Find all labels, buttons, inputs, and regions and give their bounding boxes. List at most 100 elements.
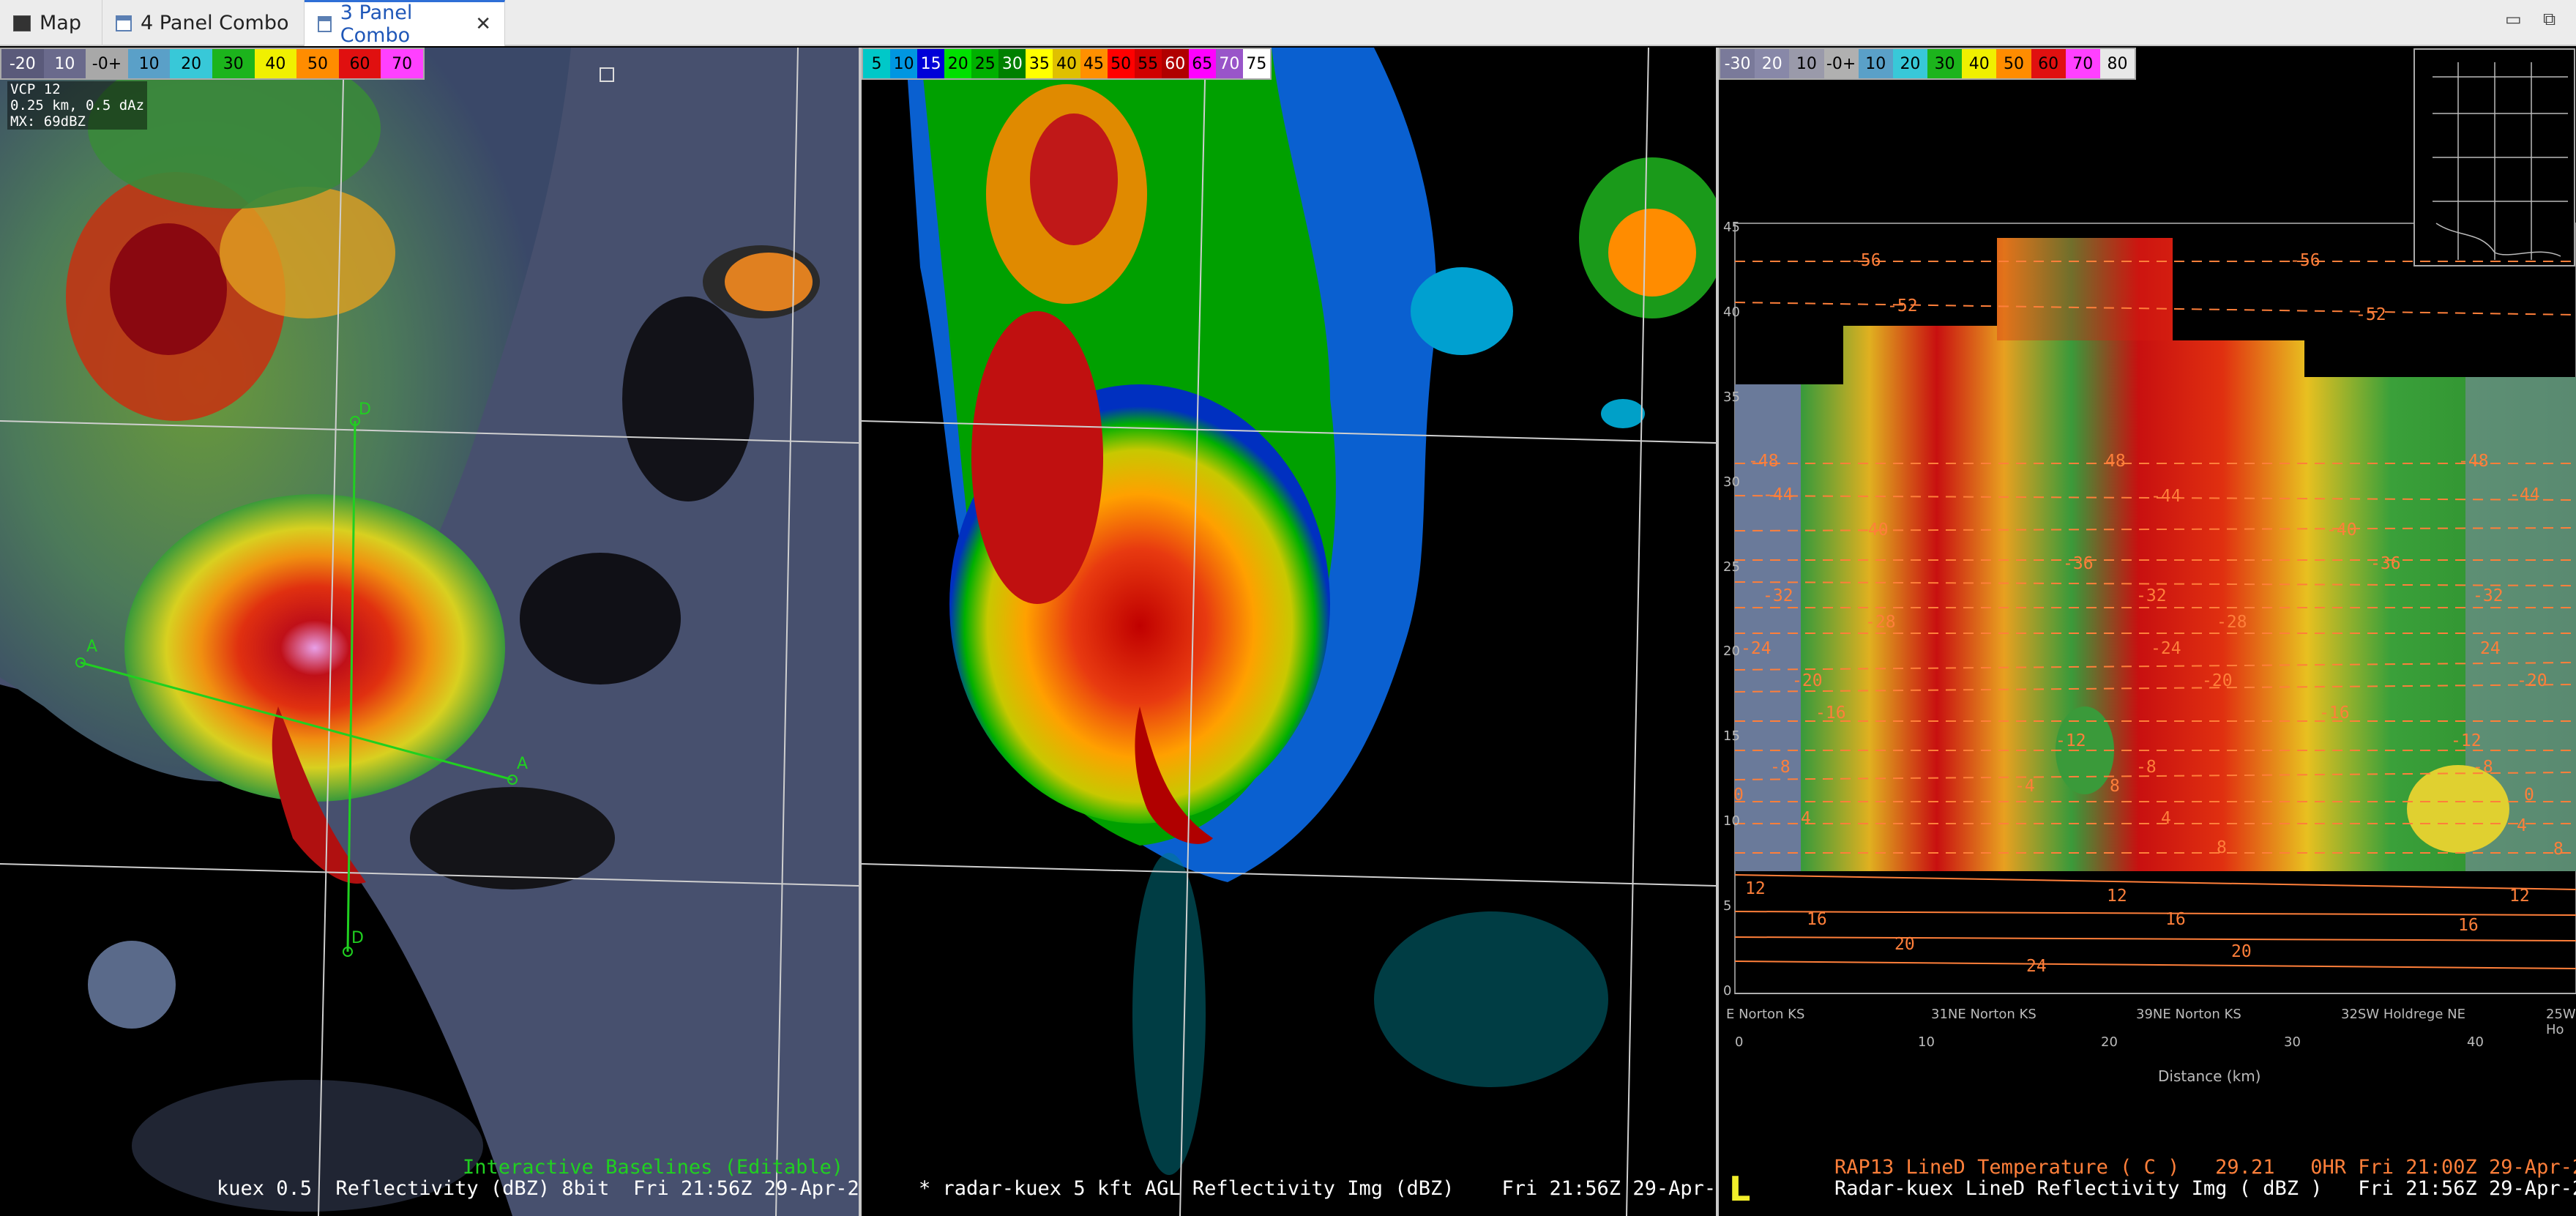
colorbar-swatch: 20 bbox=[944, 49, 972, 78]
x-tick-label: 10 bbox=[1918, 1034, 1935, 1050]
location-label: 25WSW Ho bbox=[2546, 1007, 2576, 1037]
temperature-label: -8 bbox=[1770, 758, 1791, 777]
colorbar-swatch: 5 bbox=[863, 49, 891, 78]
temperature-label: -36 bbox=[2370, 554, 2401, 573]
close-icon[interactable]: ✕ bbox=[475, 13, 491, 35]
resolution-label: 0.25 km, 0.5 dAz bbox=[10, 97, 145, 113]
colorbar-swatch: 70 bbox=[1215, 49, 1243, 78]
temperature-label: 16 bbox=[1807, 910, 1827, 929]
temperature-label: 4 bbox=[1801, 809, 1811, 828]
colorbar-swatch: 80 bbox=[2099, 49, 2135, 78]
colorbar-swatch: 55 bbox=[1134, 49, 1162, 78]
radar-image bbox=[0, 48, 859, 1216]
temperature-label: -8 bbox=[2136, 758, 2157, 777]
colorbar-swatch: 65 bbox=[1188, 49, 1216, 78]
colorbar-swatch: 40 bbox=[1053, 49, 1080, 78]
radar-info-box: VCP 12 0.25 km, 0.5 dAz MX: 69dBZ bbox=[7, 81, 148, 130]
temperature-label: 20 bbox=[2231, 942, 2252, 961]
colorbar-swatch: 20 bbox=[170, 49, 212, 78]
temperature-label: -36 bbox=[2063, 554, 2094, 573]
restore-button[interactable]: ⧉ bbox=[2543, 9, 2556, 29]
colorbar-swatch: -0+ bbox=[1823, 49, 1859, 78]
x-tick-label: 20 bbox=[2101, 1034, 2118, 1050]
temperature-label: 16 bbox=[2165, 910, 2186, 929]
colorbar-reflectivity-8bit: -20 10 -0+ 10 20 30 40 50 60 70 bbox=[0, 48, 425, 80]
baseline-label-a-right[interactable]: A bbox=[517, 755, 528, 773]
temperature-label: 4 bbox=[2517, 816, 2527, 835]
temperature-label: -44 bbox=[1763, 485, 1793, 504]
temperature-label: -44 bbox=[2151, 487, 2181, 506]
temperature-label: -32 bbox=[2473, 586, 2504, 605]
colorbar-swatch: 50 bbox=[1107, 49, 1135, 78]
tab-label: Map bbox=[40, 12, 81, 34]
y-tick-label: 25 bbox=[1723, 559, 1740, 575]
temperature-label: 48 bbox=[2105, 452, 2126, 471]
y-tick-label: 45 bbox=[1723, 220, 1740, 235]
colorbar-swatch: 40 bbox=[254, 49, 297, 78]
colorbar-swatch: 30 bbox=[1927, 49, 1963, 78]
y-tick-label: 5 bbox=[1723, 898, 1732, 914]
temperature-label: -56 bbox=[1851, 251, 1881, 270]
colorbar-swatch: 60 bbox=[338, 49, 381, 78]
baseline-label-a-left[interactable]: A bbox=[86, 638, 97, 656]
status-rap13-temperature: RAP13 LineD Temperature ( C ) 29.21 0HR … bbox=[1834, 1156, 2576, 1179]
temperature-label: -48 bbox=[1748, 452, 1779, 471]
temperature-label: 12 bbox=[2509, 887, 2530, 906]
temperature-label: -4 bbox=[2015, 777, 2035, 796]
tab-3-panel-combo[interactable]: 3 Panel Combo ✕ bbox=[305, 0, 505, 47]
location-label: 32SW Holdrege NE bbox=[2341, 1007, 2465, 1022]
cross-section-plot bbox=[1719, 48, 2576, 1216]
y-tick-label: 30 bbox=[1723, 474, 1740, 490]
colorbar-swatch: 45 bbox=[1080, 49, 1108, 78]
temperature-label: 16 bbox=[2458, 916, 2479, 935]
temperature-label: -44 bbox=[2509, 485, 2540, 504]
temperature-label: -16 bbox=[1815, 704, 1846, 723]
colorbar-cross-section: -30 20 10 -0+ 10 20 30 40 50 60 70 80 bbox=[1719, 48, 2136, 80]
tab-4-panel-combo[interactable]: 4 Panel Combo bbox=[102, 0, 305, 46]
panel-cross-section[interactable]: -30 20 10 -0+ 10 20 30 40 50 60 70 80 45 40 35 30 25 20 1… bbox=[1719, 48, 2576, 1216]
panel-icon bbox=[318, 16, 332, 32]
temperature-label: -20 bbox=[2202, 671, 2233, 690]
status-radar-lined: Radar-kuex LineD Reflectivity Img ( dBZ … bbox=[1834, 1177, 2576, 1200]
vcp-label: VCP 12 bbox=[10, 81, 61, 97]
x-tick-label: 30 bbox=[2284, 1034, 2301, 1050]
colorbar-swatch: 60 bbox=[2031, 49, 2066, 78]
colorbar-swatch: 50 bbox=[296, 49, 339, 78]
colorbar-swatch: 20 bbox=[1755, 49, 1790, 78]
location-label: E Norton KS bbox=[1726, 1007, 1805, 1022]
colorbar-swatch: 70 bbox=[2065, 49, 2100, 78]
y-tick-label: 35 bbox=[1723, 389, 1740, 405]
colorbar-swatch: 15 bbox=[917, 49, 945, 78]
temperature-label: 0 bbox=[1733, 786, 1744, 805]
temperature-label: -32 bbox=[2136, 586, 2167, 605]
temperature-label: 12 bbox=[1745, 879, 1766, 898]
colorbar-swatch: 10 bbox=[43, 49, 86, 78]
tab-map[interactable]: Map bbox=[0, 0, 102, 46]
colorbar-swatch: 25 bbox=[971, 49, 999, 78]
panel-5kft-reflectivity[interactable]: 5 10 15 20 25 30 35 40 45 50 55 60 65 70 75 * radar-ku… bbox=[862, 48, 1719, 1216]
colorbar-swatch: 75 bbox=[1242, 49, 1270, 78]
temperature-label: 8 bbox=[2553, 840, 2564, 859]
colorbar-reflectivity-img: 5 10 15 20 25 30 35 40 45 50 55 60 65 70 75 bbox=[862, 48, 1272, 80]
status-interactive-baselines: Interactive Baselines (Editable) bbox=[463, 1156, 844, 1179]
minimize-button[interactable]: ▭ bbox=[2505, 9, 2522, 29]
baseline-label-d-bottom[interactable]: D bbox=[351, 929, 364, 947]
baseline-label-d-top[interactable]: D bbox=[359, 400, 371, 419]
max-value-label: MX: 69dBZ bbox=[10, 113, 86, 130]
temperature-label: 8 bbox=[2110, 777, 2120, 796]
status-legend-reflectivity: kuex 0.5 Reflectivity (dBZ) 8bit Fri 21:… bbox=[217, 1177, 862, 1200]
colorbar-swatch: 40 bbox=[1962, 49, 1997, 78]
colorbar-swatch: 50 bbox=[1996, 49, 2031, 78]
temperature-label: -24 bbox=[1741, 639, 1772, 658]
temperature-label: -20 bbox=[1792, 671, 1823, 690]
temperature-label: -52 bbox=[2356, 305, 2386, 324]
temperature-label: 24 bbox=[2026, 957, 2047, 976]
colorbar-swatch: 60 bbox=[1161, 49, 1189, 78]
y-tick-label: 10 bbox=[1723, 813, 1740, 829]
tab-bar: Map 4 Panel Combo 3 Panel Combo ✕ ▭ ⧉ bbox=[0, 0, 2576, 47]
x-tick-label: 40 bbox=[2467, 1034, 2484, 1050]
temperature-label: 12 bbox=[2107, 887, 2127, 906]
panel-base-reflectivity[interactable]: D D A A -20 10 -0+ 10 20 30 40 50 60 70 VCP 12 0.… bbox=[0, 48, 862, 1216]
temperature-label: -12 bbox=[2056, 731, 2086, 750]
temperature-label: -16 bbox=[2319, 704, 2350, 723]
